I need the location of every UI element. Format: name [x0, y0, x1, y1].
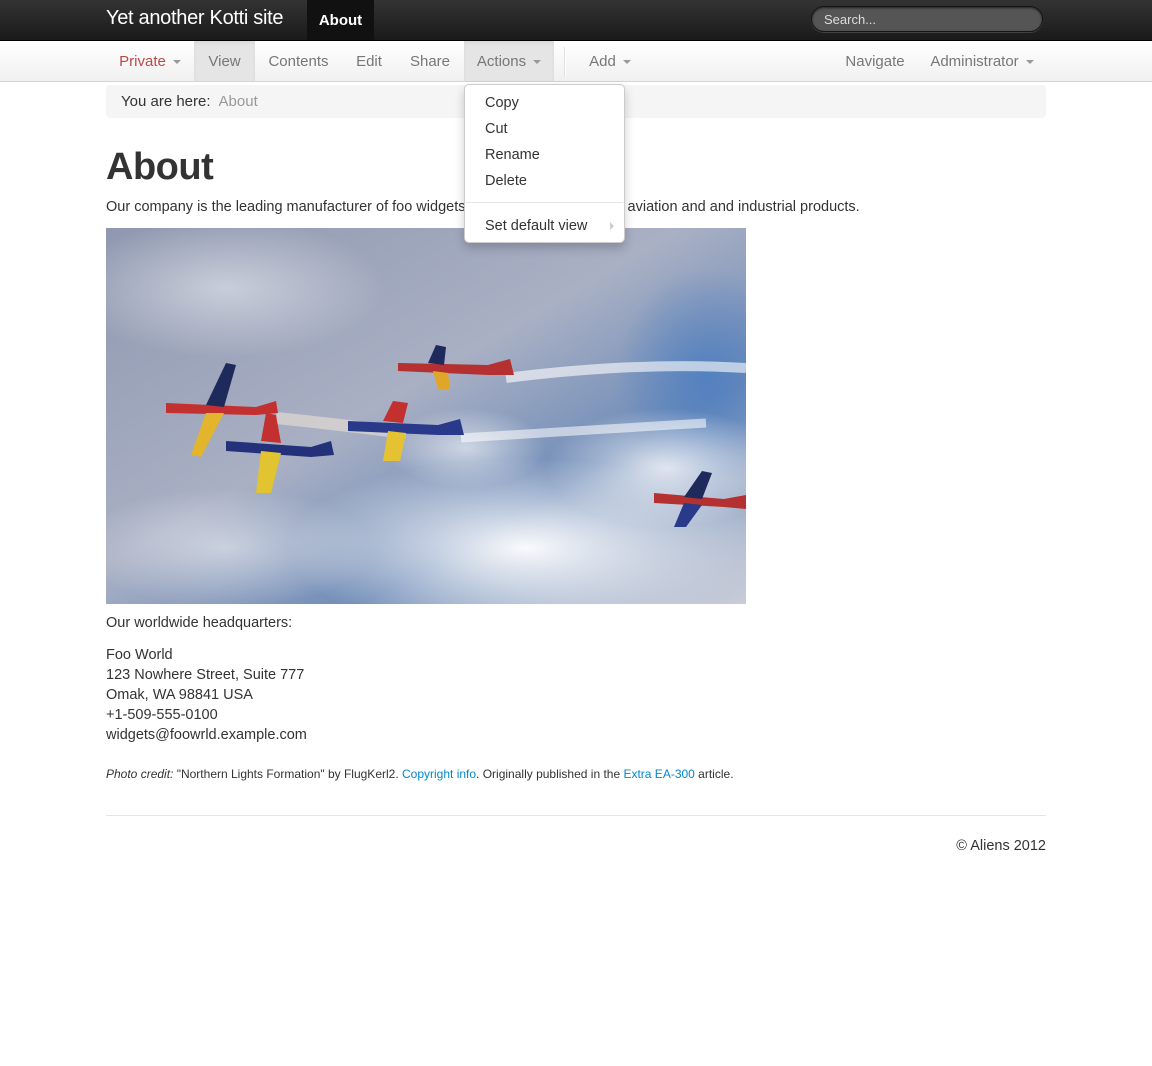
address-line: Foo World: [106, 647, 173, 663]
tab-contents[interactable]: Contents: [255, 41, 342, 81]
menu-item-delete[interactable]: Delete: [465, 168, 624, 194]
user-dropdown[interactable]: Administrator: [918, 41, 1046, 81]
hq-label: Our worldwide headquarters:: [106, 615, 293, 631]
site-brand[interactable]: Yet another Kotti site: [106, 7, 284, 30]
chevron-down-icon: [1025, 60, 1034, 64]
actions-label: Actions: [476, 52, 527, 70]
user-label: Administrator: [930, 52, 1019, 70]
menu-divider: [466, 202, 623, 203]
chevron-down-icon: [622, 60, 631, 64]
toolbar-divider: [564, 47, 566, 77]
menu-item-cut[interactable]: Cut: [465, 116, 624, 142]
page-title: About: [106, 146, 214, 188]
formation-photo: [106, 228, 746, 604]
footer-divider: [106, 815, 1046, 816]
add-dropdown[interactable]: Add: [575, 41, 645, 81]
navigate-link[interactable]: Navigate: [832, 41, 918, 81]
workflow-state-label: Private: [119, 52, 166, 70]
credit-text: article.: [694, 767, 734, 781]
menu-item-rename[interactable]: Rename: [465, 142, 624, 168]
credit-text: "Northern Lights Formation" by FlugKerl2…: [173, 767, 402, 781]
workflow-state-dropdown[interactable]: Private: [106, 41, 194, 81]
search-input[interactable]: [811, 6, 1043, 32]
credit-prefix: Photo credit:: [106, 767, 174, 781]
address-block: Foo World 123 Nowhere Street, Suite 777 …: [106, 645, 307, 745]
extra-ea-300-link[interactable]: Extra EA-300: [623, 767, 694, 781]
menu-item-set-default-view[interactable]: Set default view: [465, 213, 624, 239]
tab-share[interactable]: Share: [396, 41, 464, 81]
intro-text-start: Our company is the leading manufacturer …: [106, 199, 466, 215]
actions-menu: Copy Cut Rename Delete Set default view: [464, 84, 625, 243]
tab-edit[interactable]: Edit: [342, 41, 396, 81]
set-default-view-label: Set default view: [485, 218, 588, 234]
top-navbar: Yet another Kotti site About: [0, 0, 1152, 41]
footer-copyright: © Aliens 2012: [956, 838, 1046, 854]
email-address: widgets@foowrld.example.com: [106, 727, 307, 743]
photo-credit: Photo credit: "Northern Lights Formation…: [106, 767, 734, 781]
address-line: 123 Nowhere Street, Suite 777: [106, 667, 305, 683]
edit-toolbar: Private View Contents Edit Share Actions…: [0, 41, 1152, 82]
credit-text: . Originally published in the: [476, 767, 624, 781]
phone-number: +1-509-555-0100: [106, 707, 218, 723]
breadcrumb-label: You are here:: [121, 93, 211, 110]
intro-text-end: aviation and and industrial products.: [627, 199, 860, 215]
breadcrumb-current: About: [218, 93, 258, 110]
actions-dropdown[interactable]: Actions: [464, 41, 554, 81]
chevron-down-icon: [172, 60, 181, 64]
address-line: Omak, WA 98841 USA: [106, 687, 253, 703]
add-label: Add: [589, 52, 616, 70]
copyright-info-link[interactable]: Copyright info: [402, 767, 476, 781]
top-nav-tab-about[interactable]: About: [307, 0, 374, 40]
tab-view[interactable]: View: [194, 41, 255, 81]
menu-item-copy[interactable]: Copy: [465, 90, 624, 116]
chevron-right-icon: [610, 222, 614, 230]
chevron-down-icon: [533, 60, 542, 64]
